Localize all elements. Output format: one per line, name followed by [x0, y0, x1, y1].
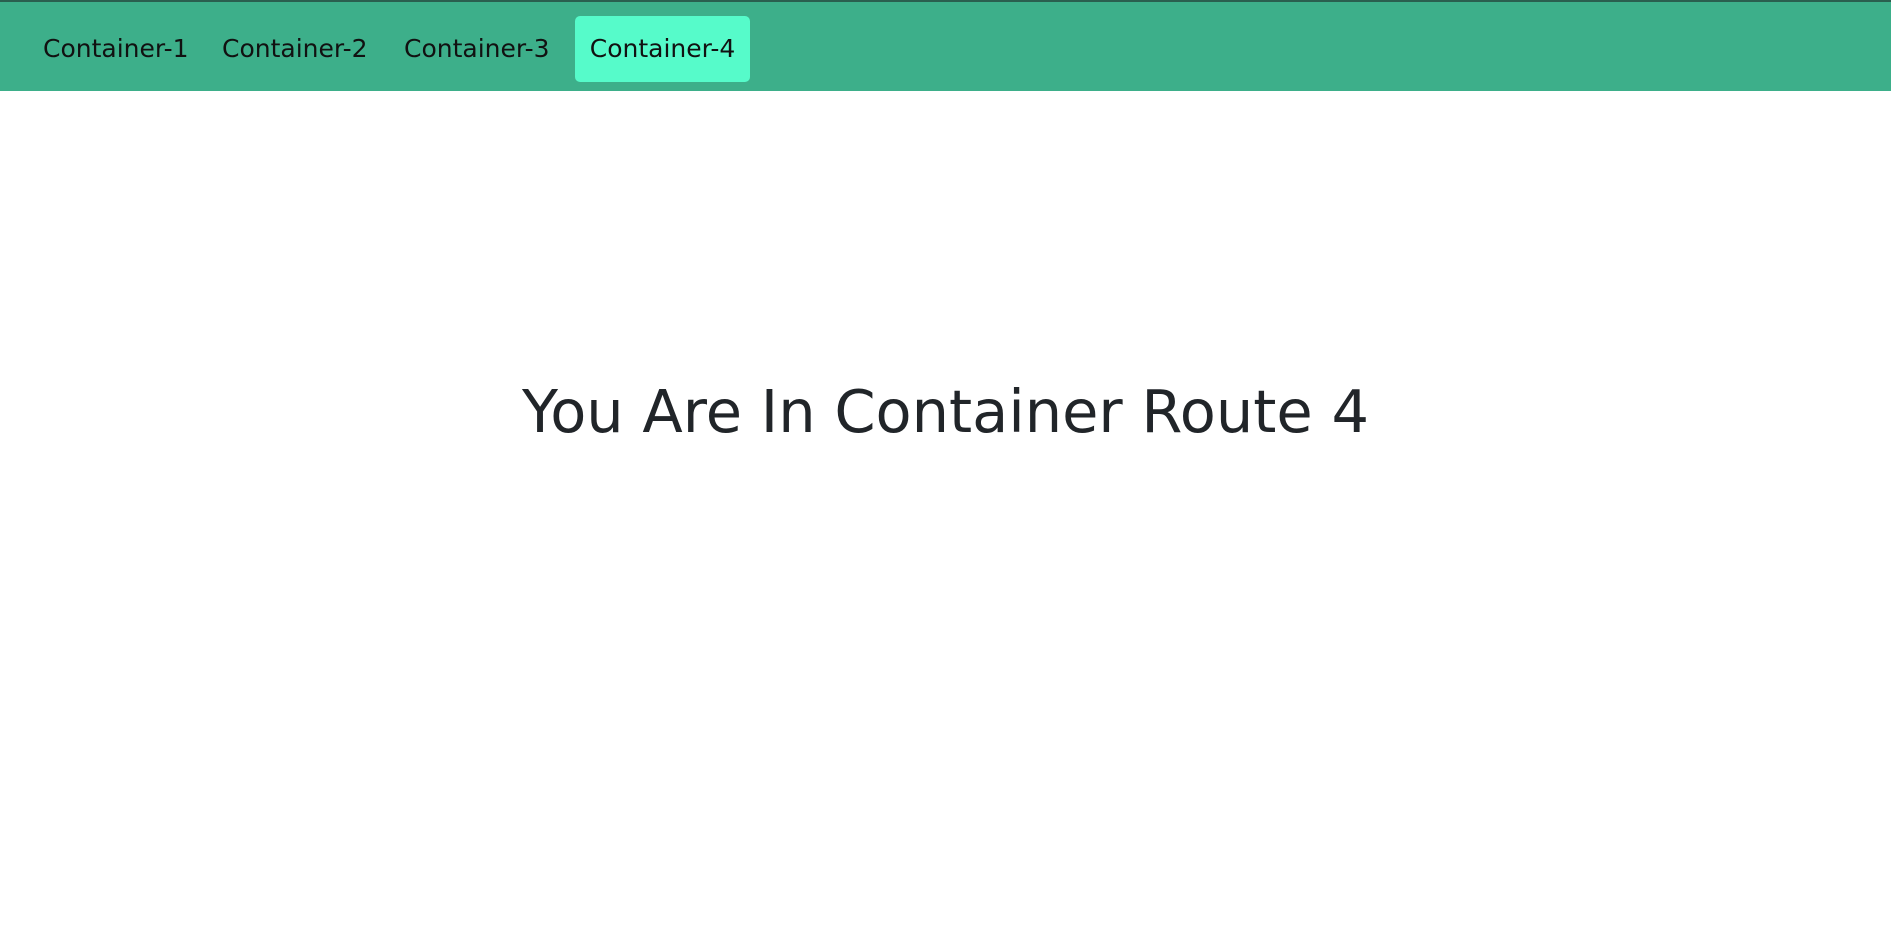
nav-item-container-4[interactable]: Container-4 — [575, 16, 750, 82]
nav-item-container-2[interactable]: Container-2 — [222, 16, 368, 82]
top-navbar: Container-1 Container-2 Container-3 Cont… — [0, 2, 1891, 91]
nav-item-container-3[interactable]: Container-3 — [404, 16, 550, 82]
page-title: You Are In Container Route 4 — [521, 377, 1369, 446]
main-content: You Are In Container Route 4 — [0, 91, 1891, 929]
nav-item-container-1[interactable]: Container-1 — [43, 16, 189, 82]
